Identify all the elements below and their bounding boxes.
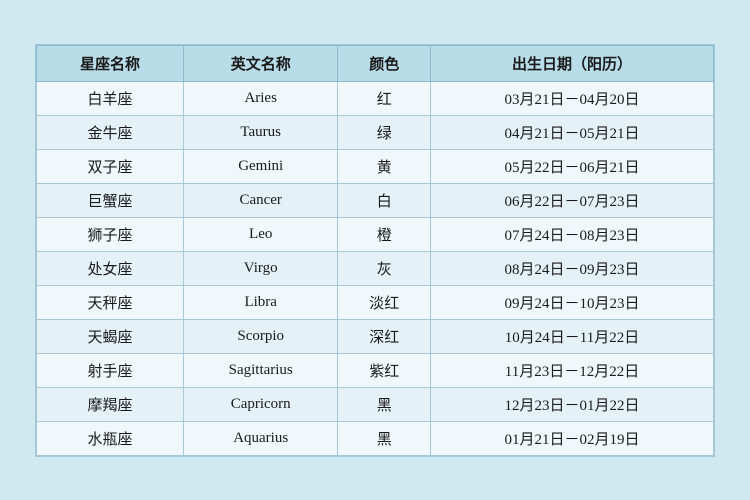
cell-dates: 03月21日－04月20日 bbox=[430, 81, 713, 115]
cell-color: 紫红 bbox=[338, 353, 431, 387]
header-chinese-name: 星座名称 bbox=[37, 45, 184, 81]
cell-english-name: Gemini bbox=[183, 149, 337, 183]
zodiac-table-container: 星座名称 英文名称 颜色 出生日期（阳历） 白羊座Aries红03月21日－04… bbox=[35, 44, 715, 457]
table-body: 白羊座Aries红03月21日－04月20日金牛座Taurus绿04月21日－0… bbox=[37, 81, 714, 455]
cell-chinese-name: 天秤座 bbox=[37, 285, 184, 319]
header-color: 颜色 bbox=[338, 45, 431, 81]
cell-color: 橙 bbox=[338, 217, 431, 251]
cell-color: 黑 bbox=[338, 421, 431, 455]
table-row: 水瓶座Aquarius黑01月21日－02月19日 bbox=[37, 421, 714, 455]
cell-chinese-name: 狮子座 bbox=[37, 217, 184, 251]
cell-english-name: Sagittarius bbox=[183, 353, 337, 387]
cell-english-name: Taurus bbox=[183, 115, 337, 149]
cell-english-name: Cancer bbox=[183, 183, 337, 217]
cell-english-name: Scorpio bbox=[183, 319, 337, 353]
table-row: 天蝎座Scorpio深红10月24日－11月22日 bbox=[37, 319, 714, 353]
cell-color: 淡红 bbox=[338, 285, 431, 319]
header-dates: 出生日期（阳历） bbox=[430, 45, 713, 81]
cell-english-name: Aries bbox=[183, 81, 337, 115]
cell-dates: 06月22日－07月23日 bbox=[430, 183, 713, 217]
cell-color: 黄 bbox=[338, 149, 431, 183]
cell-dates: 12月23日－01月22日 bbox=[430, 387, 713, 421]
cell-color: 白 bbox=[338, 183, 431, 217]
cell-chinese-name: 天蝎座 bbox=[37, 319, 184, 353]
cell-chinese-name: 射手座 bbox=[37, 353, 184, 387]
table-row: 金牛座Taurus绿04月21日－05月21日 bbox=[37, 115, 714, 149]
cell-chinese-name: 巨蟹座 bbox=[37, 183, 184, 217]
cell-english-name: Virgo bbox=[183, 251, 337, 285]
cell-chinese-name: 双子座 bbox=[37, 149, 184, 183]
cell-chinese-name: 水瓶座 bbox=[37, 421, 184, 455]
table-row: 双子座Gemini黄05月22日－06月21日 bbox=[37, 149, 714, 183]
cell-dates: 05月22日－06月21日 bbox=[430, 149, 713, 183]
cell-chinese-name: 处女座 bbox=[37, 251, 184, 285]
cell-english-name: Libra bbox=[183, 285, 337, 319]
cell-dates: 04月21日－05月21日 bbox=[430, 115, 713, 149]
cell-chinese-name: 白羊座 bbox=[37, 81, 184, 115]
table-row: 射手座Sagittarius紫红11月23日－12月22日 bbox=[37, 353, 714, 387]
cell-chinese-name: 摩羯座 bbox=[37, 387, 184, 421]
table-row: 摩羯座Capricorn黑12月23日－01月22日 bbox=[37, 387, 714, 421]
cell-color: 黑 bbox=[338, 387, 431, 421]
header-english-name: 英文名称 bbox=[183, 45, 337, 81]
zodiac-table: 星座名称 英文名称 颜色 出生日期（阳历） 白羊座Aries红03月21日－04… bbox=[36, 45, 714, 456]
cell-dates: 11月23日－12月22日 bbox=[430, 353, 713, 387]
cell-english-name: Aquarius bbox=[183, 421, 337, 455]
cell-dates: 09月24日－10月23日 bbox=[430, 285, 713, 319]
cell-color: 深红 bbox=[338, 319, 431, 353]
cell-english-name: Leo bbox=[183, 217, 337, 251]
cell-color: 红 bbox=[338, 81, 431, 115]
table-row: 白羊座Aries红03月21日－04月20日 bbox=[37, 81, 714, 115]
table-row: 天秤座Libra淡红09月24日－10月23日 bbox=[37, 285, 714, 319]
cell-english-name: Capricorn bbox=[183, 387, 337, 421]
cell-dates: 07月24日－08月23日 bbox=[430, 217, 713, 251]
cell-color: 灰 bbox=[338, 251, 431, 285]
cell-chinese-name: 金牛座 bbox=[37, 115, 184, 149]
table-row: 狮子座Leo橙07月24日－08月23日 bbox=[37, 217, 714, 251]
table-header-row: 星座名称 英文名称 颜色 出生日期（阳历） bbox=[37, 45, 714, 81]
table-row: 巨蟹座Cancer白06月22日－07月23日 bbox=[37, 183, 714, 217]
table-row: 处女座Virgo灰08月24日－09月23日 bbox=[37, 251, 714, 285]
cell-dates: 01月21日－02月19日 bbox=[430, 421, 713, 455]
cell-dates: 08月24日－09月23日 bbox=[430, 251, 713, 285]
cell-color: 绿 bbox=[338, 115, 431, 149]
cell-dates: 10月24日－11月22日 bbox=[430, 319, 713, 353]
